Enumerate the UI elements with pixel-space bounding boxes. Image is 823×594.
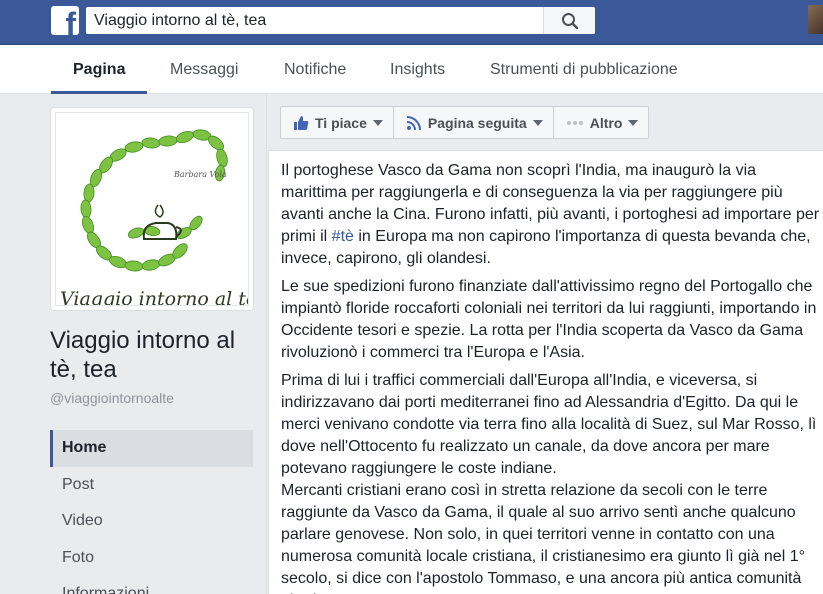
tab-pagina[interactable]: Pagina (50, 45, 149, 94)
post-paragraph: Prima di lui i traffici commerciali dall… (281, 372, 817, 477)
page-tab-bar: Pagina Messaggi Notifiche Insights Strum… (0, 45, 823, 94)
post-card: Il portoghese Vasco da Gama non scoprì l… (268, 150, 823, 594)
hashtag-link[interactable]: #tè (332, 228, 354, 245)
page-username[interactable]: @viaggiointornoalte (50, 390, 174, 406)
profile-picture-frame[interactable]: Barbara Vola Viaggio intorno al tè (50, 107, 254, 311)
post-body: Il portoghese Vasco da Gama non scoprì l… (281, 160, 821, 594)
post-paragraph: Le sue spedizioni furono finanziate dall… (281, 278, 817, 361)
caret-down-icon (372, 119, 383, 126)
svg-text:Viaggio intorno al tè: Viaggio intorno al tè (60, 288, 249, 306)
more-button[interactable]: Altro (554, 107, 649, 138)
follow-label: Pagina seguita (427, 114, 527, 131)
nav-item-home[interactable]: Home (50, 430, 253, 467)
search-box (86, 7, 595, 34)
like-label: Ti piace (315, 114, 367, 131)
follow-button[interactable]: Pagina seguita (394, 107, 554, 138)
facebook-logo-icon[interactable]: f (51, 6, 79, 35)
nav-item-foto[interactable]: Foto (50, 540, 253, 577)
search-icon (562, 13, 579, 30)
post-paragraph: Mercanti cristiani erano così in stretta… (281, 482, 805, 594)
top-navigation-bar: f (0, 0, 823, 45)
nav-item-post[interactable]: Post (50, 467, 253, 504)
tab-strumenti-pubblicazione[interactable]: Strumenti di pubblicazione (490, 45, 678, 94)
svg-text:Barbara Vola: Barbara Vola (173, 170, 227, 179)
more-dots-icon (566, 120, 584, 126)
tab-messaggi[interactable]: Messaggi (170, 45, 238, 94)
page-side-nav: Home Post Video Foto Informazioni (50, 430, 253, 594)
tab-notifiche[interactable]: Notifiche (284, 45, 346, 94)
caret-down-icon (628, 119, 639, 126)
post-paragraph: Il portoghese Vasco da Gama non scoprì l… (281, 162, 820, 267)
page-action-buttons: Ti piace Pagina seguita Altro (280, 106, 650, 139)
more-label: Altro (589, 114, 623, 131)
tab-insights[interactable]: Insights (390, 45, 445, 94)
page-logo-image: Barbara Vola Viaggio intorno al tè (55, 112, 249, 306)
nav-item-informazioni[interactable]: Informazioni (50, 576, 253, 594)
user-avatar[interactable] (808, 5, 823, 34)
search-button[interactable] (543, 7, 595, 34)
rss-icon (406, 115, 422, 131)
thumbs-up-icon (293, 115, 309, 131)
caret-down-icon (532, 119, 543, 126)
search-input[interactable] (86, 7, 542, 34)
nav-item-video[interactable]: Video (50, 503, 253, 540)
tea-leaf-logo-icon: Barbara Vola Viaggio intorno al tè (60, 129, 249, 306)
like-button[interactable]: Ti piace (281, 107, 394, 138)
column-divider (266, 94, 267, 594)
page-title[interactable]: Viaggio intorno al tè, tea (50, 326, 250, 384)
